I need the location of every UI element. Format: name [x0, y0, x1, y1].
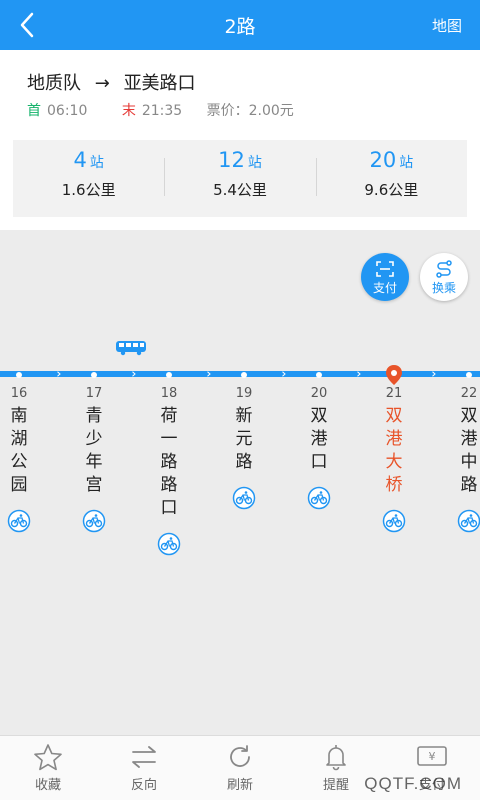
origin-station: 地质队: [27, 73, 81, 94]
distance: 1.6公里: [61, 181, 116, 199]
bus-arrival-stats: 4站 1.6公里 12 站 5.4公里 20 站 9.6公里: [13, 140, 467, 217]
station-number: 21: [385, 386, 403, 401]
bus-stat-2[interactable]: 12 站 5.4公里: [164, 140, 315, 217]
last-bus-time: 21:35: [141, 103, 183, 119]
bike-share-icon[interactable]: [382, 509, 406, 533]
stops-unit: 站: [247, 155, 262, 171]
app: 2路 地图 地质队 → 亚美路口 首 06:10 末 21:35 票价：2.00元 …: [0, 0, 480, 800]
watermark: QQTF.COM: [364, 774, 462, 793]
station-name: 青少年宫: [85, 406, 103, 495]
route-line-view[interactable]: 支付 换乘 16 南湖公园 17 青少年宫 18 荷一路路口 19 新元路 20 双港口 21 双港大…: [0, 230, 480, 735]
station-item[interactable]: 17 青少年宫: [74, 370, 114, 537]
first-bus-time: 06:10: [47, 103, 88, 119]
bus-stat-1[interactable]: 4站 1.6公里: [13, 140, 164, 217]
station-name: 双港大桥: [385, 406, 403, 495]
tab-reverse[interactable]: 反向: [96, 736, 192, 800]
station-dot: [16, 372, 22, 378]
station-dot: [466, 372, 472, 378]
header: 2路 地图: [0, 0, 480, 50]
bell-icon: [326, 745, 346, 771]
bike-share-icon[interactable]: [457, 509, 480, 533]
last-bus-label: 末: [121, 103, 136, 119]
page-title: 2路: [224, 16, 256, 38]
stops-count: 12: [218, 148, 245, 172]
destination-station: 亚美路口: [123, 73, 196, 94]
station-number: 19: [235, 386, 253, 401]
first-bus-label: 首: [27, 103, 41, 119]
station-number: 16: [10, 386, 28, 401]
schedule-info: 首 06:10 末 21:35 票价：2.00元: [27, 100, 294, 120]
tab-label: 反向: [130, 778, 157, 793]
station-dot: [316, 372, 322, 378]
station-item[interactable]: 19 新元路: [224, 370, 264, 514]
bike-share-icon[interactable]: [82, 509, 106, 533]
swap-icon: [132, 746, 156, 768]
station-item[interactable]: 16 南湖公园: [0, 370, 39, 537]
tab-label: 收藏: [34, 778, 61, 793]
bottom-nav: 收藏 反向 刷新 提醒 ¥ 支付 QQTF.COM: [0, 735, 480, 800]
route-info-card: 地质队 → 亚美路口 首 06:10 末 21:35 票价：2.00元 4站 1.6…: [0, 50, 480, 230]
station-item[interactable]: 20 双港口: [299, 370, 339, 514]
bike-share-icon[interactable]: [307, 486, 331, 510]
route-direction: 地质队 → 亚美路口: [27, 69, 196, 95]
stops-unit: 站: [399, 155, 414, 171]
station-dot: [91, 372, 97, 378]
star-icon: [34, 744, 62, 771]
stops-count: 4: [73, 148, 87, 172]
bike-share-icon[interactable]: [232, 486, 256, 510]
distance: 5.4公里: [213, 181, 267, 199]
station-number: 20: [310, 386, 328, 401]
distance: 9.6公里: [364, 181, 419, 199]
stops-unit: 站: [89, 155, 104, 171]
current-location-pin-icon: [386, 365, 402, 385]
ticket-icon: ¥: [417, 746, 447, 766]
fare-label: 票价：: [206, 103, 249, 119]
stops-count: 20: [369, 148, 397, 172]
refresh-icon: [230, 745, 250, 767]
station-item[interactable]: 21 双港大桥: [374, 370, 414, 537]
station-item[interactable]: 22 双港中路: [449, 370, 480, 537]
bus-stat-3[interactable]: 20 站 9.6公里: [315, 140, 467, 217]
fare-value: 2.00元: [248, 103, 294, 119]
bike-share-icon[interactable]: [157, 532, 181, 556]
direction-arrow: →: [94, 73, 110, 94]
svg-text:¥: ¥: [429, 750, 436, 763]
tab-label: 刷新: [226, 778, 253, 793]
station-name: 新元路: [235, 406, 253, 472]
map-button[interactable]: 地图: [432, 15, 462, 36]
station-list: 16 南湖公园 17 青少年宫 18 荷一路路口 19 新元路 20 双港口 21 双港大桥 22 双港中…: [0, 230, 480, 735]
station-name: 双港中路: [460, 406, 478, 495]
station-dot: [241, 372, 247, 378]
station-dot: [166, 372, 172, 378]
station-name: 荷一路路口: [160, 406, 178, 518]
station-number: 22: [460, 386, 478, 401]
bike-share-icon[interactable]: [7, 509, 31, 533]
station-number: 17: [85, 386, 103, 401]
station-item[interactable]: 18 荷一路路口: [149, 370, 189, 560]
tab-favorite[interactable]: 收藏: [0, 736, 96, 800]
station-name: 南湖公园: [10, 406, 28, 495]
tab-refresh[interactable]: 刷新: [192, 736, 288, 800]
station-number: 18: [160, 386, 178, 401]
station-name: 双港口: [310, 406, 328, 472]
